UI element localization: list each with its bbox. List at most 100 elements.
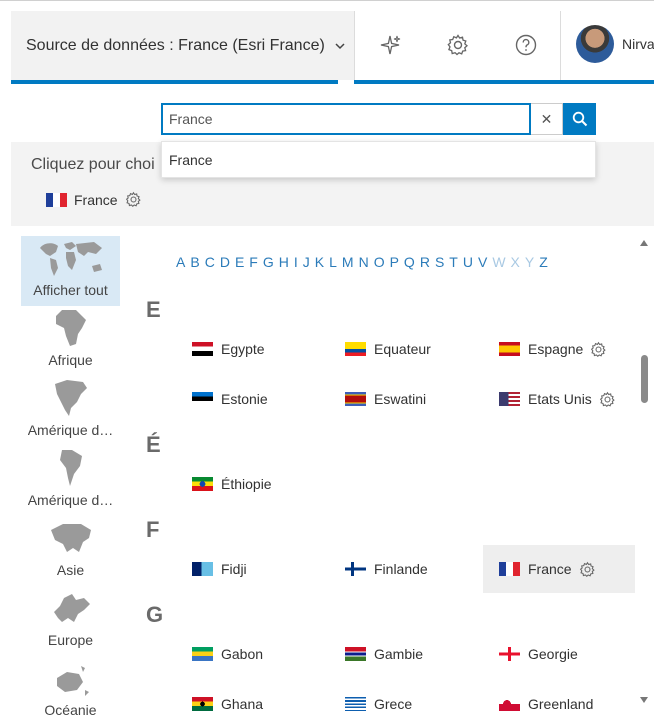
country-label: Fidji: [221, 561, 247, 577]
alphabet-letter[interactable]: E: [235, 254, 244, 270]
help-icon[interactable]: [506, 25, 546, 65]
alphabet-letter[interactable]: R: [420, 254, 430, 270]
alphabet-letter[interactable]: T: [449, 254, 458, 270]
alphabet-index: A B C D E F G H I J K L M N O P Q R S T …: [176, 254, 553, 270]
alphabet-letter[interactable]: C: [205, 254, 215, 270]
scrollbar-thumb[interactable]: [641, 355, 648, 403]
country-item-ethiopie[interactable]: Éthiopie: [184, 460, 272, 508]
data-source-dropdown[interactable]: Source de données : France (Esri France): [11, 11, 355, 81]
alphabet-letter[interactable]: N: [359, 254, 369, 270]
selected-country-label: France: [74, 191, 118, 208]
region-item-africa[interactable]: Afrique: [21, 306, 120, 376]
country-label: Eswatini: [374, 391, 427, 407]
country-label: Estonie: [221, 391, 268, 407]
gear-icon[interactable]: [590, 341, 607, 358]
country-item-georgie[interactable]: Georgie: [491, 630, 578, 678]
search-input[interactable]: [161, 103, 531, 135]
alphabet-letter[interactable]: L: [329, 254, 337, 270]
alphabet-letter[interactable]: Q: [404, 254, 415, 270]
region-item-south-america[interactable]: Amérique d…: [21, 446, 120, 516]
alphabet-letter-disabled: Y: [524, 254, 535, 270]
section-letter: G: [146, 602, 164, 627]
country-label: Finlande: [374, 561, 428, 577]
alphabet-letter[interactable]: G: [263, 254, 274, 270]
country-label: Gambie: [374, 646, 424, 662]
user-menu[interactable]: Nirva: [576, 25, 654, 63]
username: Nirva: [622, 36, 654, 52]
section-letter: F: [146, 517, 160, 542]
country-item-etats-unis[interactable]: Etats Unis: [491, 375, 616, 423]
country-item-egypte[interactable]: Egypte: [184, 325, 265, 373]
country-label: Egypte: [221, 341, 265, 357]
alphabet-letter[interactable]: A: [176, 254, 185, 270]
alphabet-letter[interactable]: V: [478, 254, 487, 270]
europe-map-icon: [53, 594, 90, 622]
country-item-france[interactable]: France: [483, 545, 635, 593]
gear-icon[interactable]: [579, 561, 596, 578]
world-map-icon: [39, 242, 102, 276]
region-item-north-america[interactable]: Amérique d…: [21, 376, 120, 446]
north-america-map-icon: [54, 380, 87, 416]
country-item-finlande[interactable]: Finlande: [337, 545, 428, 593]
section-letter: E: [146, 297, 161, 322]
alphabet-letter[interactable]: M: [342, 254, 354, 270]
country-item-estonie[interactable]: Estonie: [184, 375, 268, 423]
gear-icon[interactable]: [438, 25, 478, 65]
france-flag-icon: [46, 192, 67, 207]
south-america-map-icon: [59, 450, 82, 486]
sparkle-icon[interactable]: [370, 25, 410, 65]
chevron-down-icon: [335, 39, 345, 53]
alphabet-letter[interactable]: J: [303, 254, 310, 270]
alphabet-letter-disabled: X: [510, 254, 520, 270]
country-item-eswatini[interactable]: Eswatini: [337, 375, 426, 423]
alphabet-letter[interactable]: H: [279, 254, 289, 270]
greece-flag-icon: [345, 697, 366, 711]
top-bar: Source de données : France (Esri France)…: [0, 0, 654, 83]
alphabet-letter[interactable]: P: [390, 254, 399, 270]
region-item-asia[interactable]: Asie: [21, 516, 120, 586]
africa-map-icon: [55, 310, 86, 346]
alphabet-letter[interactable]: D: [220, 254, 230, 270]
country-item-equateur[interactable]: Equateur: [337, 325, 431, 373]
country-item-gabon[interactable]: Gabon: [184, 630, 263, 678]
avatar: [576, 25, 614, 63]
alphabet-letter[interactable]: O: [374, 254, 385, 270]
alphabet-letter[interactable]: Z: [539, 254, 548, 270]
alphabet-letter[interactable]: F: [249, 254, 258, 270]
spain-flag-icon: [499, 342, 520, 356]
ethiopia-flag-icon: [192, 477, 213, 491]
region-item-oceania[interactable]: Océanie: [21, 656, 120, 726]
scroll-down-arrow-icon[interactable]: [640, 697, 648, 703]
gear-icon[interactable]: [125, 191, 142, 208]
country-item-fidji[interactable]: Fidji: [184, 545, 247, 593]
alphabet-letter[interactable]: U: [463, 254, 473, 270]
country-label: Ghana: [221, 696, 264, 712]
scrollbar[interactable]: [636, 236, 654, 721]
search-button[interactable]: [563, 103, 596, 135]
scroll-up-arrow-icon[interactable]: [640, 240, 648, 246]
gear-icon[interactable]: [599, 391, 616, 408]
country-label: Greenland: [528, 696, 594, 712]
alphabet-letter[interactable]: B: [190, 254, 199, 270]
country-label: Georgie: [528, 646, 578, 662]
fiji-flag-icon: [192, 562, 213, 576]
alphabet-letter[interactable]: S: [435, 254, 444, 270]
close-icon[interactable]: ✕: [531, 103, 563, 135]
country-item-gambie[interactable]: Gambie: [337, 630, 423, 678]
selected-country-chip[interactable]: France: [46, 191, 142, 208]
alphabet-letter[interactable]: K: [315, 254, 324, 270]
region-list: Afficher tout Afrique Amérique d… Amériq…: [21, 236, 121, 726]
france-flag-icon: [499, 562, 520, 576]
alphabet-letter[interactable]: I: [294, 254, 298, 270]
selection-hint: Cliquez pour choi: [31, 156, 155, 173]
section-letter: É: [146, 432, 161, 457]
search-suggestion[interactable]: France: [161, 141, 596, 178]
country-item-espagne[interactable]: Espagne: [491, 325, 607, 373]
region-item-europe[interactable]: Europe: [21, 586, 120, 656]
region-item-all[interactable]: Afficher tout: [21, 236, 120, 306]
ghana-flag-icon: [192, 697, 213, 711]
usa-flag-icon: [499, 392, 520, 406]
country-label: Etats Unis: [528, 391, 592, 407]
country-label: Espagne: [528, 341, 584, 357]
alphabet-letter-disabled: W: [492, 254, 506, 270]
